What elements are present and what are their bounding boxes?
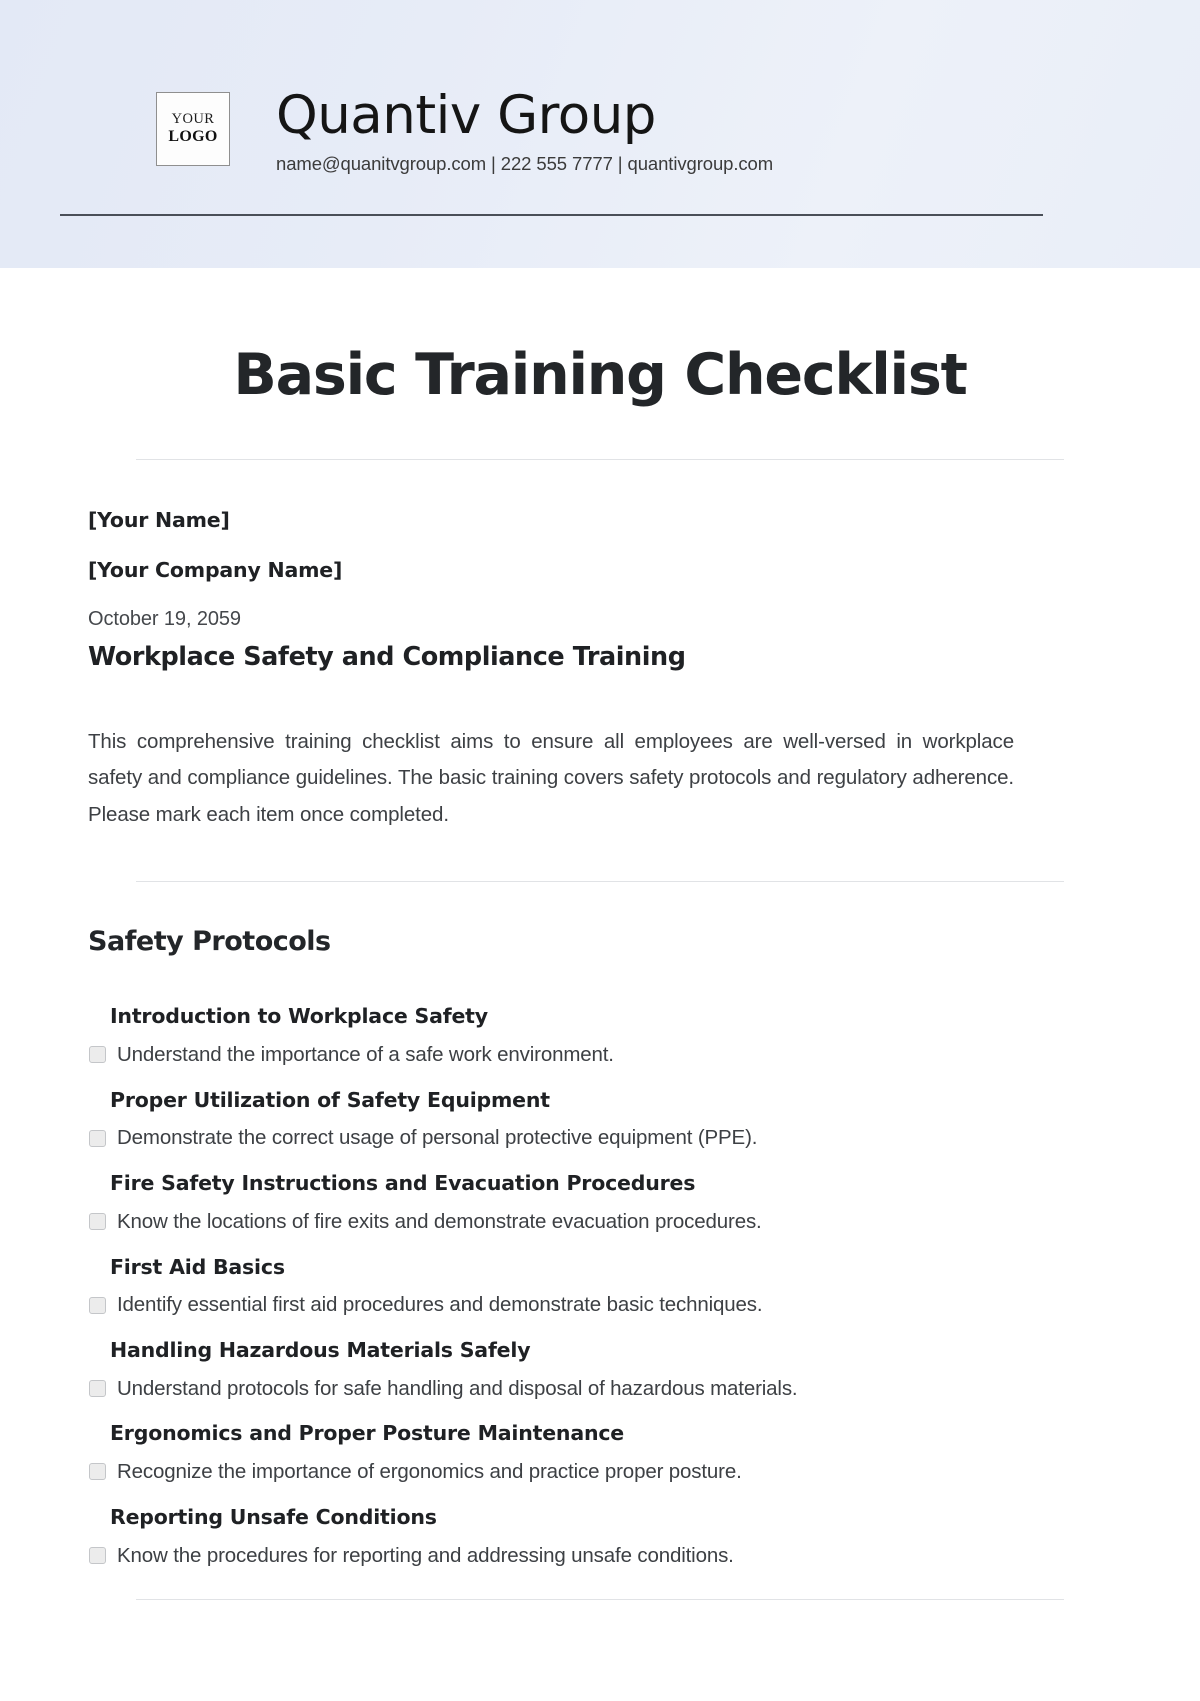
page-title: Basic Training Checklist xyxy=(233,342,967,408)
document-header-band: YOUR LOGO Quantiv Group name@quanitvgrou… xyxy=(0,0,1200,268)
logo-placeholder-icon: YOUR LOGO xyxy=(156,92,230,166)
checkbox-icon[interactable] xyxy=(89,1296,106,1314)
brand-row: YOUR LOGO Quantiv Group name@quanitvgrou… xyxy=(156,88,773,175)
intro-paragraph: This comprehensive training checklist ai… xyxy=(88,729,1014,826)
section-title: Safety Protocols xyxy=(88,926,331,958)
your-company-field: [Your Company Name] xyxy=(88,557,343,582)
checklist-item-heading: Proper Utilization of Safety Equipment xyxy=(110,1087,550,1112)
checkbox-icon[interactable] xyxy=(89,1129,106,1147)
logo-line-your: YOUR xyxy=(171,111,215,128)
checklist-item-text: Understand the importance of a safe work… xyxy=(117,1043,614,1067)
checklist-group: Handling Hazardous Materials Safely Unde… xyxy=(88,1335,1112,1402)
document-meta-block: [Your Name] [Your Company Name] October … xyxy=(88,508,1112,672)
checklist-item-heading: Handling Hazardous Materials Safely xyxy=(110,1337,531,1362)
section-bottom-divider xyxy=(136,1599,1064,1601)
training-topic-heading: Workplace Safety and Compliance Training xyxy=(88,641,686,672)
title-divider xyxy=(136,458,1064,460)
checklist-item-heading: Reporting Unsafe Conditions xyxy=(110,1504,437,1529)
checklist-item-text: Demonstrate the correct usage of persona… xyxy=(117,1126,758,1150)
document-body: Basic Training Checklist [Your Name] [Yo… xyxy=(0,342,1200,1601)
checklist-group: Introduction to Workplace Safety Underst… xyxy=(88,1001,1112,1068)
list-item[interactable]: Understand the importance of a safe work… xyxy=(88,1041,1112,1069)
checklist-item-heading: Fire Safety Instructions and Evacuation … xyxy=(110,1171,696,1196)
checklist-group: Ergonomics and Proper Posture Maintenanc… xyxy=(88,1418,1112,1485)
list-item[interactable]: Know the procedures for reporting and ad… xyxy=(88,1542,1112,1570)
company-name: Quantiv Group xyxy=(276,85,656,146)
checkbox-icon[interactable] xyxy=(89,1380,106,1398)
section-safety-protocols: Safety Protocols Introduction to Workpla… xyxy=(88,926,1112,1569)
checklist-group: Proper Utilization of Safety Equipment D… xyxy=(88,1085,1112,1152)
checkbox-icon[interactable] xyxy=(89,1213,106,1231)
company-contact-line: name@quanitvgroup.com | 222 555 7777 | q… xyxy=(276,152,774,174)
checklist-item-text: Understand protocols for safe handling a… xyxy=(117,1376,798,1400)
list-item[interactable]: Demonstrate the correct usage of persona… xyxy=(88,1124,1112,1152)
checkbox-icon[interactable] xyxy=(89,1463,106,1481)
list-item[interactable]: Understand protocols for safe handling a… xyxy=(88,1375,1112,1403)
checklist: Introduction to Workplace Safety Underst… xyxy=(88,1001,1112,1569)
header-divider xyxy=(60,214,1043,216)
checklist-item-text: Recognize the importance of ergonomics a… xyxy=(117,1460,742,1484)
checklist-item-text: Identify essential first aid procedures … xyxy=(117,1293,763,1317)
list-item[interactable]: Recognize the importance of ergonomics a… xyxy=(88,1458,1112,1486)
checkbox-icon[interactable] xyxy=(89,1546,106,1564)
checklist-item-heading: Introduction to Workplace Safety xyxy=(110,1004,488,1029)
header-inner: YOUR LOGO Quantiv Group name@quanitvgrou… xyxy=(60,0,1140,268)
list-item[interactable]: Know the locations of fire exits and dem… xyxy=(88,1208,1112,1236)
your-name-field: [Your Name] xyxy=(88,507,230,532)
brand-text-block: Quantiv Group name@quanitvgroup.com | 22… xyxy=(276,88,773,175)
checklist-group: Reporting Unsafe Conditions Know the pro… xyxy=(88,1502,1112,1569)
intro-divider xyxy=(136,881,1064,883)
logo-line-logo: LOGO xyxy=(168,128,218,146)
checklist-group: First Aid Basics Identify essential firs… xyxy=(88,1252,1112,1319)
checkbox-icon[interactable] xyxy=(89,1046,106,1064)
checklist-group: Fire Safety Instructions and Evacuation … xyxy=(88,1168,1112,1235)
document-date: October 19, 2059 xyxy=(88,607,241,630)
list-item[interactable]: Identify essential first aid procedures … xyxy=(88,1291,1112,1319)
checklist-item-heading: Ergonomics and Proper Posture Maintenanc… xyxy=(110,1421,624,1446)
checklist-item-text: Know the locations of fire exits and dem… xyxy=(117,1209,762,1233)
checklist-item-text: Know the procedures for reporting and ad… xyxy=(117,1543,734,1567)
checklist-item-heading: First Aid Basics xyxy=(110,1254,285,1279)
